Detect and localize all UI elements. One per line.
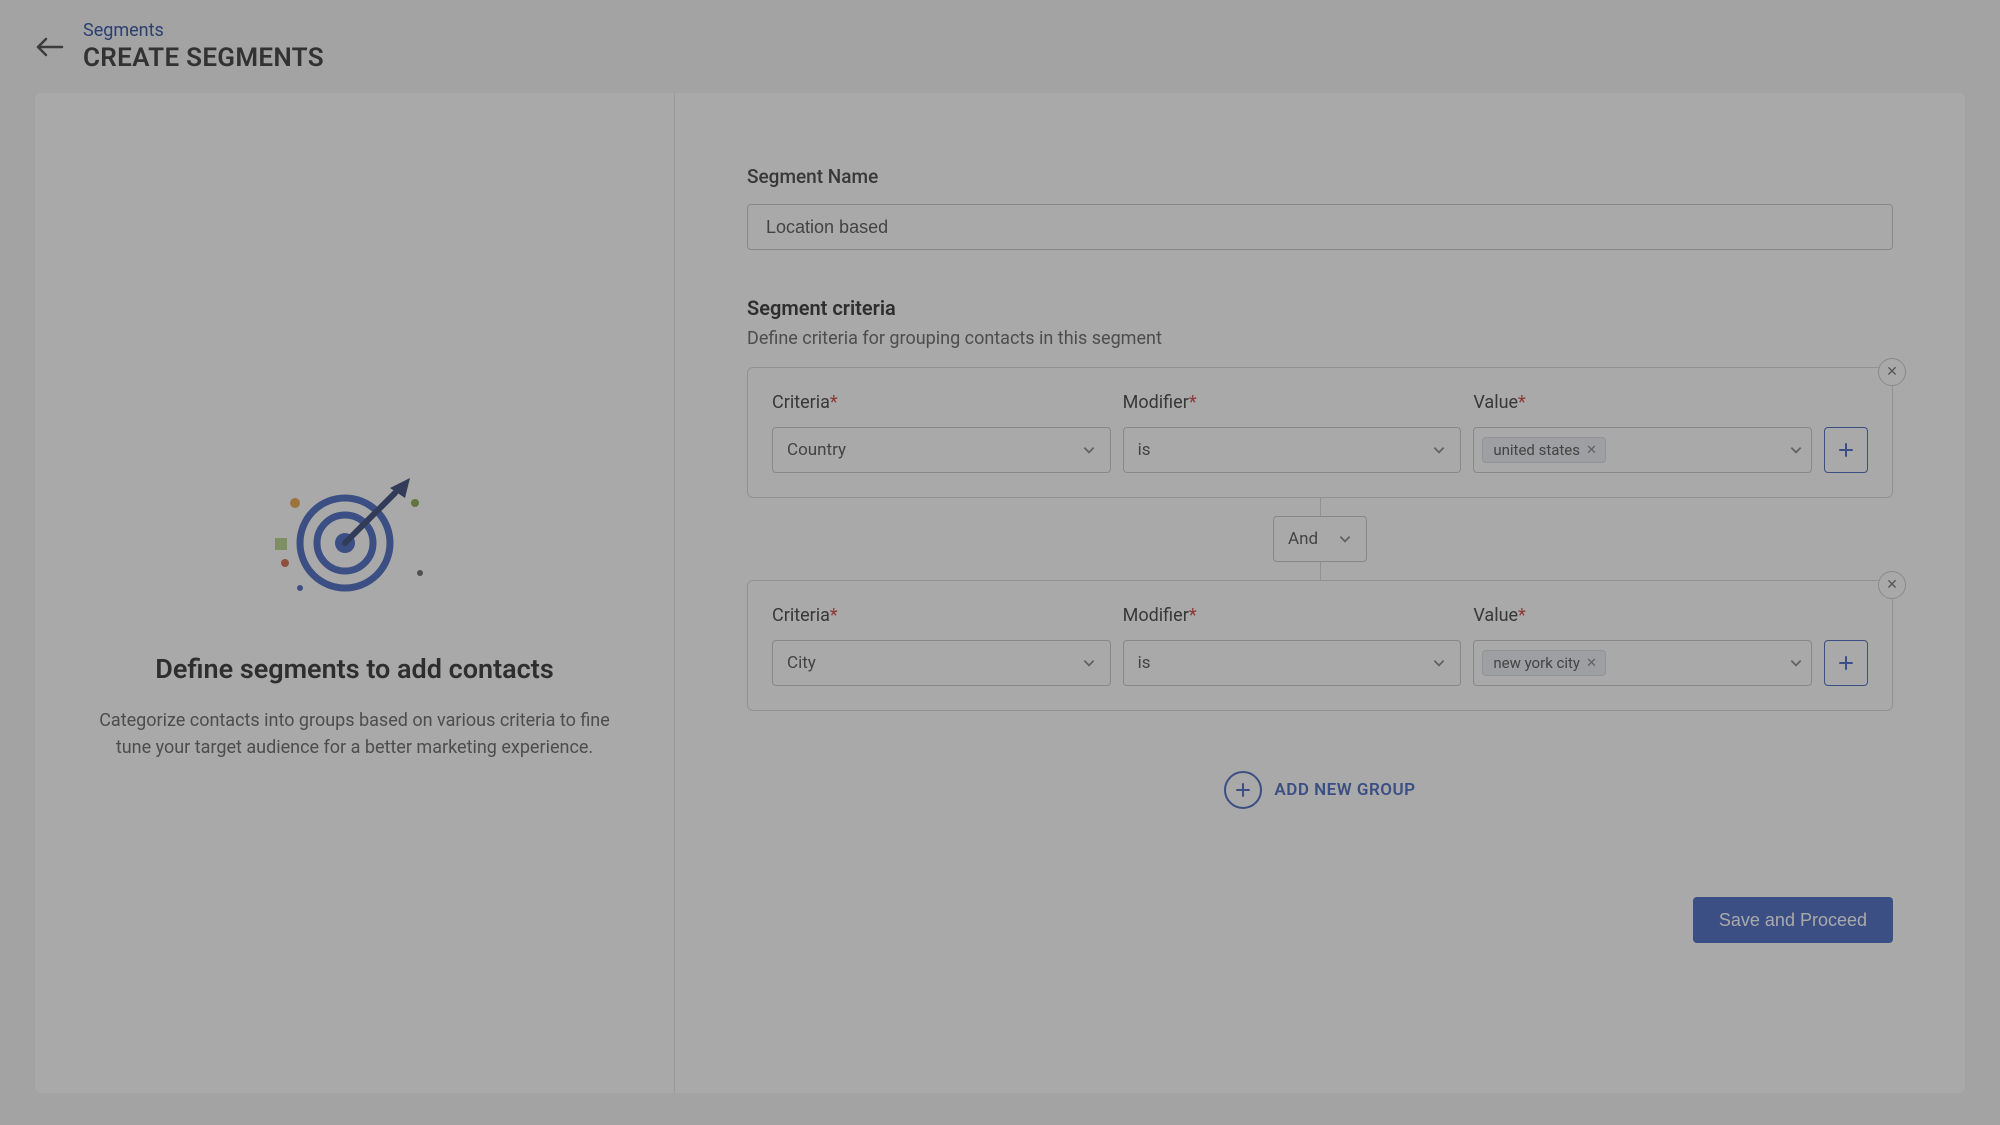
add-group-wrap: ADD NEW GROUP xyxy=(747,771,1893,809)
chevron-down-icon xyxy=(1082,443,1096,457)
tag-remove-icon[interactable]: ✕ xyxy=(1586,443,1597,458)
save-proceed-button[interactable]: Save and Proceed xyxy=(1693,897,1893,943)
modifier-select[interactable]: is xyxy=(1123,427,1462,473)
chevron-down-icon xyxy=(1432,443,1446,457)
form-footer: Save and Proceed xyxy=(747,897,1893,943)
value-select[interactable]: united states ✕ xyxy=(1473,427,1812,473)
close-icon: ✕ xyxy=(1886,577,1898,593)
criteria-section-title: Segment criteria xyxy=(747,296,1893,320)
value-field: Value* united states ✕ xyxy=(1473,392,1812,473)
value-select[interactable]: new york city ✕ xyxy=(1473,640,1812,686)
left-panel: Define segments to add contacts Categori… xyxy=(35,93,675,1093)
criteria-label: Criteria* xyxy=(772,392,1111,413)
criteria-select[interactable]: City xyxy=(772,640,1111,686)
connector: And xyxy=(747,498,1893,580)
tag-remove-icon[interactable]: ✕ xyxy=(1586,656,1597,671)
chevron-down-icon xyxy=(1082,656,1096,670)
plus-circle-icon xyxy=(1224,771,1262,809)
right-panel: Segment Name Segment criteria Define cri… xyxy=(675,93,1965,1093)
breadcrumb-parent[interactable]: Segments xyxy=(83,20,164,41)
criteria-group: ✕ Criteria* City Modifier* is xyxy=(747,580,1893,711)
plus-icon xyxy=(1838,442,1854,458)
value-label: Value* xyxy=(1473,605,1812,626)
breadcrumb-wrap: Segments CREATE SEGMENTS xyxy=(83,20,324,73)
modifier-label: Modifier* xyxy=(1123,605,1462,626)
connector-line xyxy=(1320,562,1321,580)
value-label: Value* xyxy=(1473,392,1812,413)
close-icon: ✕ xyxy=(1886,364,1898,380)
modifier-field: Modifier* is xyxy=(1123,392,1462,473)
value-field: Value* new york city ✕ xyxy=(1473,605,1812,686)
criteria-select[interactable]: Country xyxy=(772,427,1111,473)
remove-group-button[interactable]: ✕ xyxy=(1878,358,1906,386)
connector-value: And xyxy=(1288,529,1318,549)
modifier-label: Modifier* xyxy=(1123,392,1462,413)
criteria-field: Criteria* City xyxy=(772,605,1111,686)
remove-group-button[interactable]: ✕ xyxy=(1878,571,1906,599)
criteria-row: Criteria* Country Modifier* is Value* xyxy=(772,392,1868,473)
add-criteria-button[interactable] xyxy=(1824,427,1868,473)
criteria-row: Criteria* City Modifier* is Value* xyxy=(772,605,1868,686)
value-tag: new york city ✕ xyxy=(1482,650,1606,676)
page-header: Segments CREATE SEGMENTS xyxy=(0,0,2000,93)
modifier-select[interactable]: is xyxy=(1123,640,1462,686)
value-tag: united states ✕ xyxy=(1482,437,1606,463)
content-wrapper: Define segments to add contacts Categori… xyxy=(35,93,1965,1093)
back-arrow-icon[interactable] xyxy=(35,32,65,62)
criteria-select-value: City xyxy=(787,653,816,673)
page-title: CREATE SEGMENTS xyxy=(83,43,324,73)
criteria-select-value: Country xyxy=(787,440,846,460)
modifier-select-value: is xyxy=(1138,440,1151,460)
chevron-down-icon xyxy=(1432,656,1446,670)
add-group-label: ADD NEW GROUP xyxy=(1274,780,1415,800)
chevron-down-icon xyxy=(1338,532,1352,546)
add-criteria-button[interactable] xyxy=(1824,640,1868,686)
criteria-label: Criteria* xyxy=(772,605,1111,626)
modifier-field: Modifier* is xyxy=(1123,605,1462,686)
left-panel-description: Categorize contacts into groups based on… xyxy=(85,707,625,761)
add-new-group-button[interactable]: ADD NEW GROUP xyxy=(1224,771,1415,809)
segment-name-label: Segment Name xyxy=(747,165,1893,188)
criteria-section-description: Define criteria for grouping contacts in… xyxy=(747,328,1893,349)
connector-select[interactable]: And xyxy=(1273,516,1367,562)
chevron-down-icon xyxy=(1789,656,1803,670)
connector-line xyxy=(1320,498,1321,516)
criteria-group: ✕ Criteria* Country Modifier* is xyxy=(747,367,1893,498)
target-illustration xyxy=(265,473,445,603)
chevron-down-icon xyxy=(1789,443,1803,457)
segment-name-input[interactable] xyxy=(747,204,1893,250)
plus-icon xyxy=(1838,655,1854,671)
left-panel-title: Define segments to add contacts xyxy=(155,653,553,685)
criteria-field: Criteria* Country xyxy=(772,392,1111,473)
modifier-select-value: is xyxy=(1138,653,1151,673)
